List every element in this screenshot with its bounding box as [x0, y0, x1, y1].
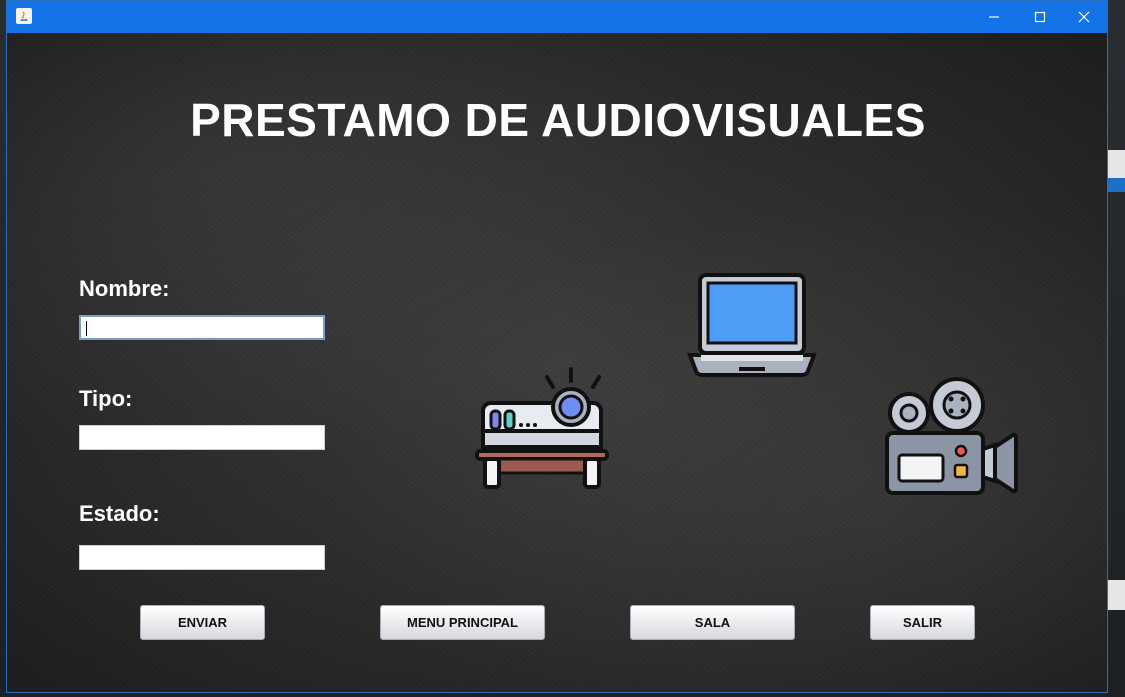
desktop-window-edge: [1108, 178, 1125, 192]
text-caret: [86, 321, 87, 336]
tipo-input[interactable]: [79, 425, 325, 450]
minimize-button[interactable]: [971, 1, 1017, 33]
menu-principal-button[interactable]: MENU PRINCIPAL: [380, 605, 545, 640]
estado-input[interactable]: [79, 545, 325, 570]
maximize-button[interactable]: [1017, 1, 1063, 33]
nombre-label: Nombre:: [79, 276, 170, 301]
close-icon: [1078, 11, 1090, 23]
app-window: PRESTAMO DE AUDIOVISUALES Nombre: Tipo: …: [6, 0, 1108, 693]
page-title: PRESTAMO DE AUDIOVISUALES: [190, 94, 926, 146]
tipo-label: Tipo:: [79, 386, 133, 411]
laptop-icon: [687, 273, 817, 377]
estado-label: Estado:: [79, 501, 160, 526]
enviar-button[interactable]: ENVIAR: [140, 605, 265, 640]
java-app-icon[interactable]: [16, 8, 32, 24]
video-camera-icon: [885, 377, 1018, 495]
close-button[interactable]: [1061, 1, 1107, 33]
maximize-icon: [1034, 11, 1046, 23]
sala-button[interactable]: SALA: [630, 605, 795, 640]
desktop-window-edge: [1108, 580, 1125, 610]
title-bar[interactable]: [7, 1, 1107, 33]
desktop-window-edge: [1108, 150, 1125, 180]
content-panel: PRESTAMO DE AUDIOVISUALES Nombre: Tipo: …: [7, 33, 1107, 692]
salir-button[interactable]: SALIR: [870, 605, 975, 640]
minimize-icon: [989, 16, 999, 18]
projector-icon: [475, 367, 609, 489]
nombre-input[interactable]: [79, 315, 325, 340]
